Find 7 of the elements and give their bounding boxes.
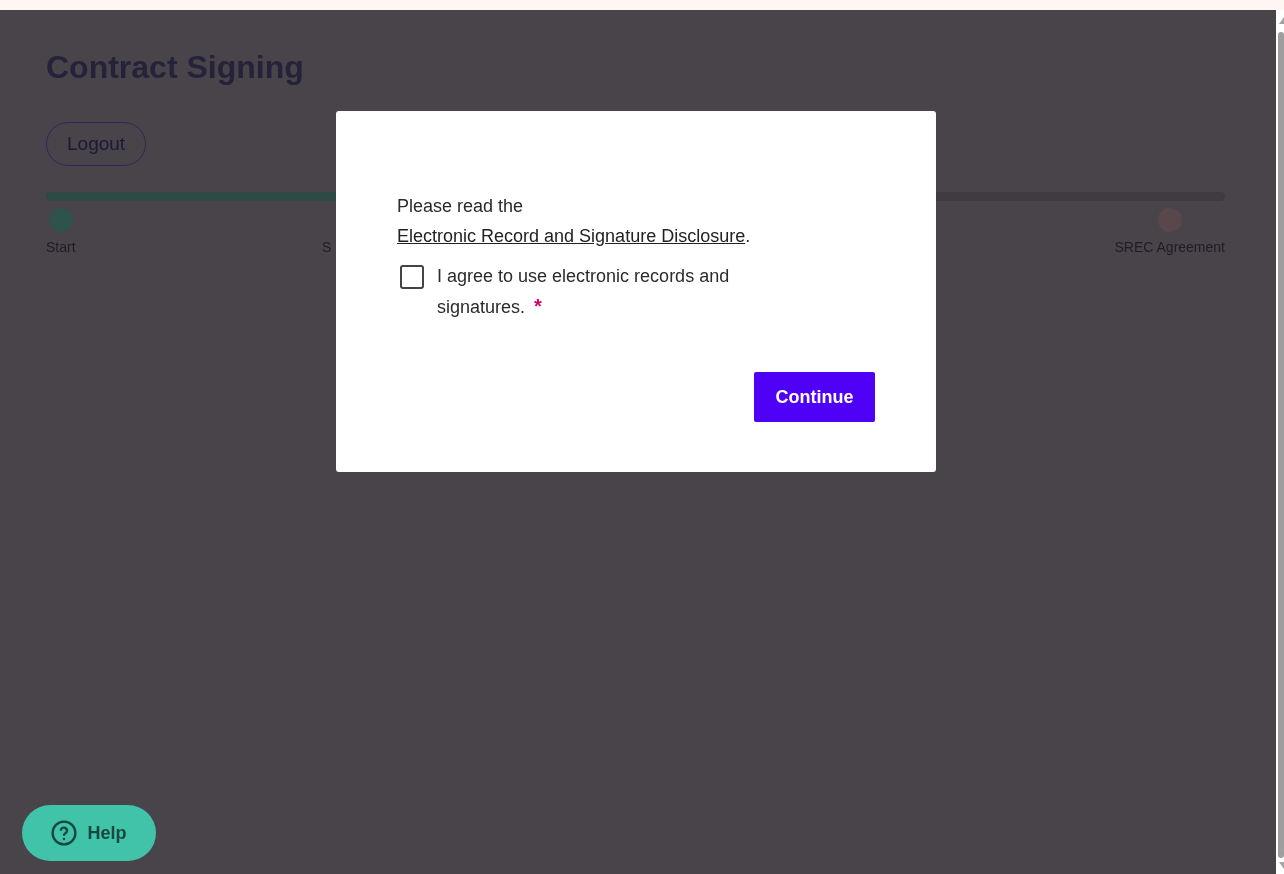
agree-checkbox[interactable] <box>400 265 424 289</box>
disclosure-link[interactable]: Electronic Record and Signature Disclosure <box>397 226 746 246</box>
disclosure-text: Please read the Electronic Record and Signature Disclosure. <box>397 195 752 248</box>
agree-label: I agree to use electronic records and signatures. * <box>437 265 731 319</box>
help-button[interactable]: Help <box>22 805 156 861</box>
continue-button[interactable]: Continue <box>754 372 875 422</box>
help-icon <box>51 820 78 846</box>
